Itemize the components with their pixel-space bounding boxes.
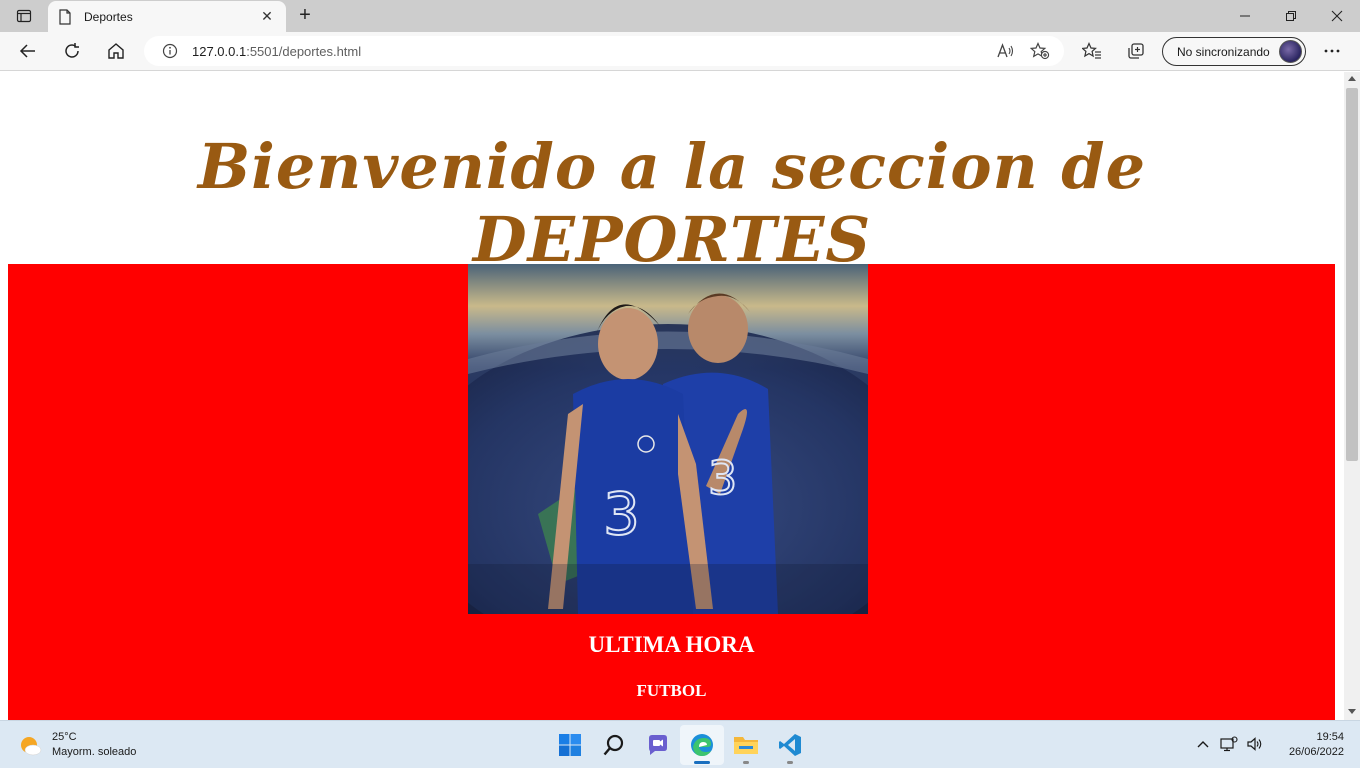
browser-toolbar: 127.0.0.1:5501/deportes.html No sincroni… <box>0 32 1360 71</box>
back-button[interactable] <box>12 36 44 66</box>
svg-text:3: 3 <box>603 480 640 548</box>
restore-button[interactable] <box>1268 0 1314 32</box>
news-section: 3 3 ULTIMA HORA FUTBOL <box>8 264 1335 720</box>
page-viewport: Bienvenido a la seccion de DEPORTES 3 3 … <box>0 72 1344 720</box>
read-aloud-icon <box>997 43 1014 58</box>
active-app-indicator <box>694 761 710 764</box>
restore-icon <box>1286 11 1296 21</box>
read-aloud-button[interactable] <box>996 41 1016 61</box>
weather-text: 25°C Mayorm. soleado <box>52 730 136 760</box>
football-players-photo: 3 3 <box>468 264 868 614</box>
chat-icon <box>649 735 667 755</box>
network-button[interactable] <box>1216 731 1242 757</box>
title-bar: Deportes ✕ + <box>0 0 1360 32</box>
info-icon[interactable] <box>162 43 178 59</box>
taskbar-apps <box>548 725 812 765</box>
favorites-button[interactable] <box>1076 36 1108 66</box>
tab-deportes[interactable]: Deportes ✕ <box>48 1 286 32</box>
tab-title: Deportes <box>84 9 133 24</box>
news-subheading: FUTBOL <box>636 681 707 700</box>
page-scrollbar[interactable] <box>1344 72 1360 720</box>
search-icon <box>603 734 624 756</box>
back-arrow-icon <box>19 44 35 58</box>
page-heading: Bienvenido a la seccion de DEPORTES <box>197 130 1147 276</box>
tab-actions-icon <box>16 9 32 23</box>
close-tab-icon[interactable]: ✕ <box>258 8 276 25</box>
taskbar-search-button[interactable] <box>592 725 636 765</box>
collections-button[interactable] <box>1120 36 1152 66</box>
collections-icon <box>1128 43 1144 59</box>
url-text: 127.0.0.1:5501/deportes.html <box>192 44 361 59</box>
taskbar-file-explorer-button[interactable] <box>724 725 768 765</box>
system-tray <box>1190 731 1268 757</box>
url-host: 127.0.0.1 <box>192 43 247 59</box>
volume-button[interactable] <box>1242 731 1268 757</box>
scroll-thumb[interactable] <box>1346 88 1358 461</box>
url-path: :5501/deportes.html <box>246 43 362 59</box>
windows-taskbar: 25°C Mayorm. soleado 19:54 26/06/2022 <box>0 720 1360 768</box>
vscode-icon <box>779 734 801 756</box>
running-app-indicator <box>787 761 793 764</box>
close-icon <box>1331 10 1343 22</box>
running-app-indicator <box>743 761 749 764</box>
weather-widget[interactable]: 25°C Mayorm. soleado <box>18 729 136 761</box>
file-explorer-icon <box>734 737 758 754</box>
chevron-up-icon <box>1197 741 1209 748</box>
minimize-button[interactable] <box>1222 0 1268 32</box>
edge-browser-icon <box>691 734 713 756</box>
sun-cloud-icon <box>21 737 42 756</box>
favorites-icon <box>1082 42 1101 59</box>
weather-condition: Mayorm. soleado <box>52 746 137 758</box>
taskbar-vscode-button[interactable] <box>768 725 812 765</box>
tab-actions-button[interactable] <box>6 2 42 30</box>
scroll-down-arrow-icon[interactable] <box>1348 709 1356 714</box>
clock-date: 26/06/2022 <box>1288 746 1344 758</box>
settings-menu-button[interactable] <box>1316 36 1348 66</box>
star-add-icon <box>1030 42 1050 60</box>
more-dots-icon <box>1324 49 1340 53</box>
close-window-button[interactable] <box>1314 0 1360 32</box>
taskbar-edge-button[interactable] <box>680 725 724 765</box>
reload-icon <box>65 43 79 58</box>
avatar <box>1279 40 1302 63</box>
profile-button[interactable]: No sincronizando <box>1162 37 1306 66</box>
page-icon <box>59 8 71 25</box>
network-icon <box>1220 736 1238 752</box>
speaker-icon <box>1247 737 1262 751</box>
taskbar-chat-button[interactable] <box>636 725 680 765</box>
window-controls <box>1222 0 1360 32</box>
show-hidden-icons-button[interactable] <box>1190 731 1216 757</box>
add-favorite-button[interactable] <box>1030 41 1050 61</box>
address-bar[interactable]: 127.0.0.1:5501/deportes.html <box>144 36 1064 66</box>
clock[interactable]: 19:54 26/06/2022 <box>1270 730 1344 760</box>
home-icon <box>108 43 124 59</box>
home-button[interactable] <box>100 36 132 66</box>
svg-text:3: 3 <box>708 451 737 505</box>
clock-time: 19:54 <box>1316 731 1344 743</box>
minimize-icon <box>1240 15 1250 17</box>
reload-button[interactable] <box>56 36 88 66</box>
profile-status-label: No sincronizando <box>1177 44 1270 59</box>
scroll-up-arrow-icon[interactable] <box>1348 76 1356 81</box>
news-heading: ULTIMA HORA <box>588 632 755 657</box>
start-button[interactable] <box>548 725 592 765</box>
windows-start-icon <box>559 734 581 756</box>
weather-temperature: 25°C <box>52 731 77 743</box>
football-players-image: 3 3 <box>468 264 868 614</box>
new-tab-button[interactable]: + <box>292 4 318 28</box>
